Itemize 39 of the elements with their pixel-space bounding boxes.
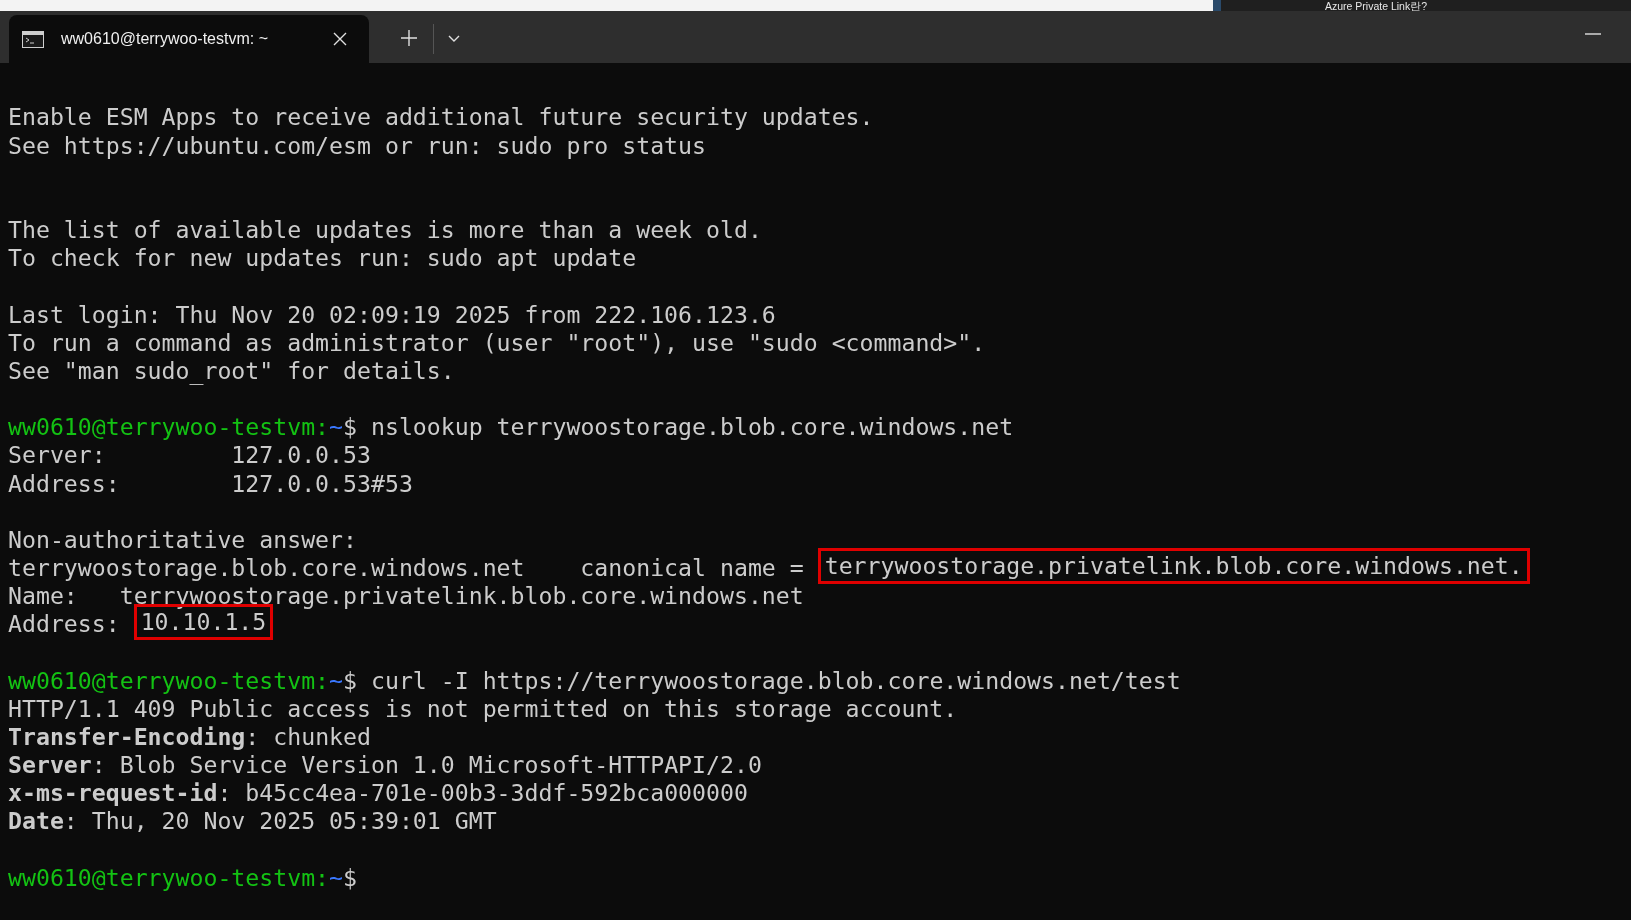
background-window-title: Azure Private Link란? <box>1325 0 1428 11</box>
terminal-text: : chunked <box>245 722 371 750</box>
plus-icon[interactable] <box>401 30 417 47</box>
terminal-text: $ nslookup terrywoostorage.blob.core.windows.net <box>343 413 1014 441</box>
terminal-text: : b45cc4ea-701e-00b3-3ddf-592bca000000 <box>217 779 748 807</box>
terminal-text: Address: 127.0.0.53#53 <box>8 469 413 497</box>
terminal-text: Address: <box>8 610 121 638</box>
prompt-user: ww0610@terrywoo-testvm: <box>8 863 330 891</box>
chevron-down-icon[interactable] <box>448 35 460 44</box>
minimize-icon[interactable] <box>1585 33 1601 36</box>
header-name: x-ms-request-id <box>8 779 218 807</box>
terminal-text: $ <box>343 863 358 891</box>
prompt-path: ~ <box>329 666 344 694</box>
close-icon[interactable] <box>333 32 347 47</box>
terminal-text: Last login: Thu Nov 20 02:09:19 2025 from 222.106.123.6 <box>8 300 776 328</box>
terminal-text: Non-authoritative answer: <box>8 525 357 553</box>
terminal-text: HTTP/1.1 409 Public access is not permitted on this storage account. <box>8 694 958 722</box>
terminal-text: See https://ubuntu.com/esm or run: sudo pro status <box>8 131 706 159</box>
terminal-text: To run a command as administrator (user "root"), use "sudo <command>". <box>8 328 986 356</box>
terminal-text: See "man sudo_root" for details. <box>8 356 455 384</box>
terminal-text: : Blob Service Version 1.0 Microsoft-HTTPAPI/2.0 <box>91 751 762 779</box>
highlighted-text: terrywoostorage.privatelink.blob.core.windows.net. <box>817 547 1530 584</box>
header-name: Transfer-Encoding <box>8 722 246 750</box>
header-name: Date <box>8 807 64 835</box>
prompt-user: ww0610@terrywoo-testvm: <box>8 413 330 441</box>
terminal-text: : Thu, 20 Nov 2025 05:39:01 GMT <box>63 807 497 835</box>
terminal-text: Server: 127.0.0.53 <box>8 441 371 469</box>
terminal-icon <box>22 30 44 48</box>
terminal-text: $ curl -I https://terrywoostorage.blob.core.windows.net/test <box>343 666 1181 694</box>
header-name: Server <box>8 751 92 779</box>
terminal-text: To check for new updates run: sudo apt update <box>8 244 637 272</box>
prompt-path: ~ <box>329 413 344 441</box>
terminal-text: The list of available updates is more than a week old. <box>8 216 762 244</box>
tab-title: ww0610@terrywoo-testvm: ~ <box>61 30 269 49</box>
terminal-text: terrywoostorage.blob.core.windows.net canonical name = <box>8 553 805 581</box>
prompt-path: ~ <box>329 863 344 891</box>
terminal-text: Enable ESM Apps to receive additional future security updates. <box>8 103 874 131</box>
prompt-user: ww0610@terrywoo-testvm: <box>8 666 330 694</box>
terminal-tab[interactable]: ww0610@terrywoo-testvm: ~ <box>9 15 369 64</box>
